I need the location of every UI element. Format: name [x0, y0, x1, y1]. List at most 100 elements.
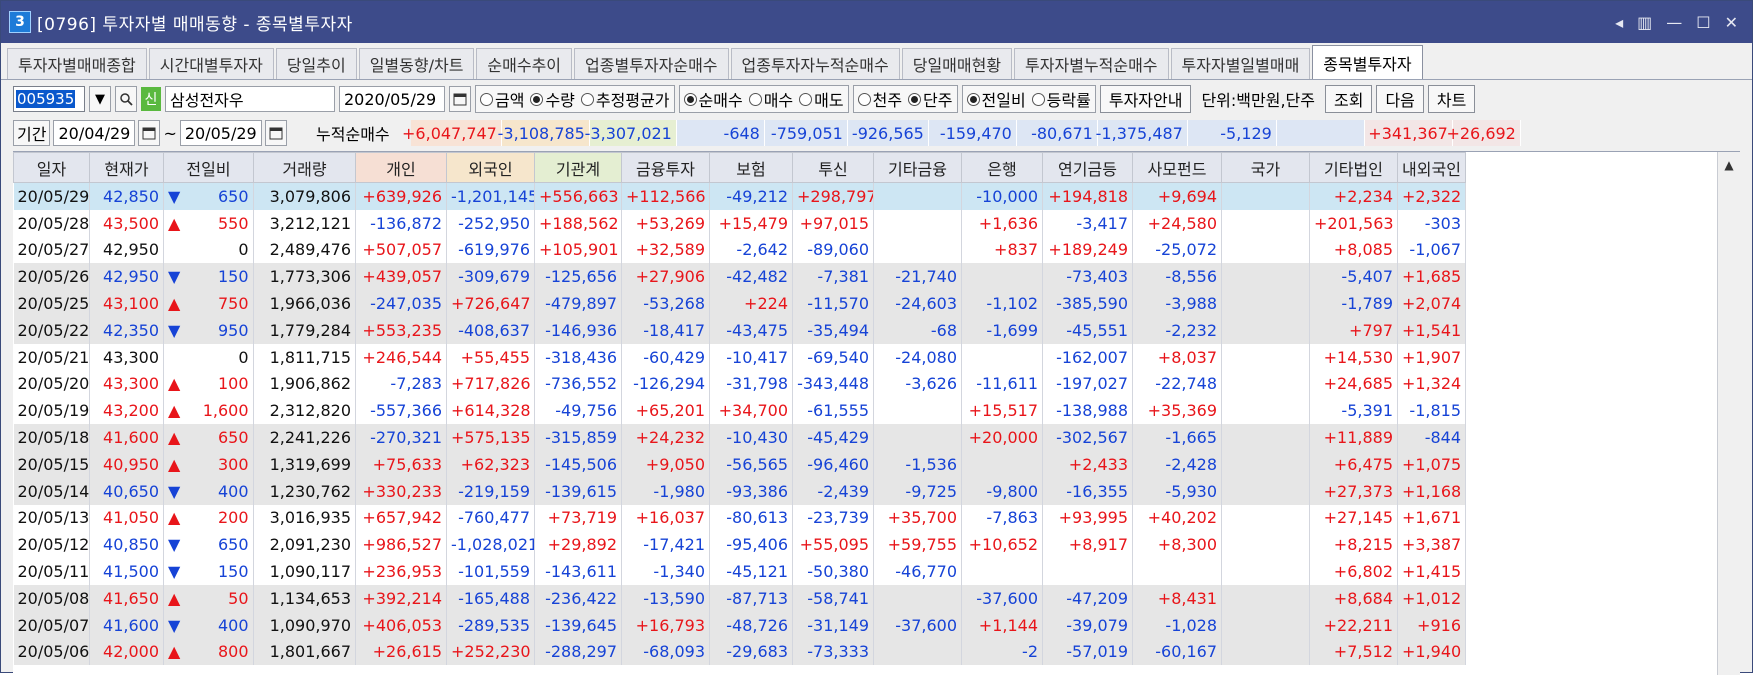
radio-option[interactable]: 매도	[799, 87, 844, 111]
tab-0[interactable]: 투자자별매매종합	[7, 48, 147, 79]
tab-3[interactable]: 일별동향/차트	[358, 48, 475, 79]
tab-7[interactable]: 당일매매현황	[901, 48, 1013, 79]
period-to-input[interactable]: 20/05/29	[179, 120, 262, 146]
tab-8[interactable]: 투자자별누적순매수	[1014, 48, 1169, 79]
table-cell: 20/05/06	[13, 638, 90, 666]
table-row[interactable]: 20/05/15 40,950 ▲ 300 1,319,699 +75,633 +62,32…	[13, 450, 1466, 478]
radio-checked-icon	[908, 92, 922, 106]
layout-icon[interactable]: ▥	[1637, 13, 1652, 32]
table-row[interactable]: 20/05/25 43,100 ▲ 750 1,966,036 -247,035 +726,…	[13, 290, 1466, 317]
price-change-value: 150	[217, 267, 249, 287]
table-row[interactable]: 20/05/27 42,950 0 2,489,476 +507,057 -619,976…	[13, 236, 1466, 264]
table-row[interactable]: 20/05/22 42,350 ▼ 950 1,779,284 +553,235 -408,…	[13, 316, 1466, 344]
column-header[interactable]: 현재가	[89, 152, 164, 183]
tab-2[interactable]: 당일추이	[275, 48, 357, 79]
table-row[interactable]: 20/05/26 42,950 ▼ 150 1,773,306 +439,057 -309,…	[13, 263, 1466, 291]
table-row[interactable]: 20/05/20 43,300 ▲ 100 1,906,862 -7,283 +717,82…	[13, 370, 1466, 398]
chart-button[interactable]: 차트	[1427, 85, 1476, 113]
stock-name-field[interactable]: 삼성전자우	[165, 86, 335, 112]
column-header[interactable]: 외국인	[446, 152, 535, 183]
vertical-scrollbar[interactable]: ▲	[1717, 152, 1740, 675]
column-header[interactable]: 은행	[961, 152, 1043, 183]
table-cell: -29,683	[709, 638, 793, 666]
date-input[interactable]: 2020/05/29	[339, 86, 445, 112]
radio-option[interactable]: 금액	[480, 87, 524, 111]
radio-option[interactable]: 단주	[908, 87, 953, 111]
column-header[interactable]: 투신	[792, 152, 874, 183]
calendar-icon[interactable]	[449, 86, 471, 112]
stock-code-input[interactable]: 005935	[13, 86, 85, 112]
scroll-up-icon[interactable]: ▲	[1718, 152, 1740, 178]
tab-10[interactable]: 종목별투자자	[1312, 45, 1423, 79]
table-cell	[1132, 558, 1222, 585]
table-row[interactable]: 20/05/14 40,650 ▼ 400 1,230,762 +330,233 -219,…	[13, 477, 1466, 505]
table-row[interactable]: 20/05/19 43,200 ▲ 1,600 2,312,820 -557,366 +61…	[13, 397, 1466, 425]
table-cell: -3,417	[1042, 209, 1133, 237]
table-row[interactable]: 20/05/21 43,300 0 1,811,715 +246,544 +55,455-…	[13, 343, 1466, 371]
column-header[interactable]: 기관계	[534, 152, 622, 183]
collapse-arrow-icon[interactable]: ◂	[1615, 13, 1623, 32]
table-cell: -143,611	[534, 558, 622, 585]
table-cell	[873, 397, 962, 425]
tab-5[interactable]: 업종별투자자순매수	[574, 48, 729, 79]
table-cell: +1,541	[1397, 316, 1466, 344]
column-header[interactable]: 개인	[355, 152, 447, 183]
table-row[interactable]: 20/05/08 41,650 ▲ 50 1,134,653 +392,214 -165,4…	[13, 584, 1466, 612]
price-change-value: 0	[238, 240, 249, 260]
minimize-icon[interactable]: —	[1666, 13, 1682, 32]
table-cell: 1,773,306	[253, 263, 356, 291]
maximize-icon[interactable]: ☐	[1696, 13, 1710, 32]
table-cell: -2,642	[709, 236, 793, 264]
table-cell: +837	[961, 236, 1043, 264]
radio-option[interactable]: 전일비	[966, 87, 1026, 111]
table-cell: -302,567	[1042, 424, 1133, 451]
table-row[interactable]: 20/05/12 40,850 ▼ 650 2,091,230 +986,527 -1,02…	[13, 531, 1466, 559]
radio-option[interactable]: 천주	[857, 87, 902, 111]
table-row[interactable]: 20/05/28 43,500 ▲ 550 3,212,121 -136,872 -252,…	[13, 209, 1466, 237]
table-row[interactable]: 20/05/18 41,600 ▲ 650 2,241,226 -270,321 +575,…	[13, 424, 1466, 451]
table-row[interactable]: 20/05/06 42,000 ▲ 800 1,801,667 +26,615 +252,2…	[13, 638, 1466, 666]
investor-guide-button[interactable]: 투자자안내	[1099, 85, 1192, 113]
table-row[interactable]: 20/05/07 41,600 ▼ 400 1,090,970 +406,053 -289,…	[13, 611, 1466, 639]
column-header[interactable]: 기타법인	[1309, 152, 1398, 183]
column-header[interactable]: 국가	[1221, 152, 1310, 183]
tab-9[interactable]: 투자자별일별매매	[1170, 48, 1311, 79]
table-cell: -87,713	[709, 584, 793, 612]
radio-option[interactable]: 수량	[530, 87, 575, 111]
table-cell	[1221, 424, 1310, 451]
column-header[interactable]: 내외국인	[1397, 152, 1466, 183]
column-header[interactable]: 금융투자	[621, 152, 710, 183]
column-header[interactable]: 연기금등	[1042, 152, 1133, 183]
window-title: [0796] 투자자별 매매동향 - 종목별투자자	[37, 14, 353, 35]
column-header[interactable]: 전일비	[163, 152, 254, 183]
tab-6[interactable]: 업종투자자누적순매수	[730, 48, 900, 79]
radio-option[interactable]: 순매수	[683, 87, 743, 111]
tab-4[interactable]: 순매수추이	[476, 48, 573, 79]
radio-option[interactable]: 매수	[748, 87, 793, 111]
table-cell: 20/05/11	[13, 558, 90, 585]
table-row[interactable]: 20/05/13 41,050 ▲ 200 3,016,935 +657,942 -760,…	[13, 504, 1466, 532]
code-dropdown-icon[interactable]: ▼	[89, 86, 111, 112]
period-row: 기간 20/04/29 ~ 20/05/29 누적순매수 +6,047,747-…	[1, 118, 1752, 148]
calendar-icon[interactable]	[264, 120, 287, 146]
table-cell: ▼ 150	[164, 558, 254, 585]
period-from-input[interactable]: 20/04/29	[53, 120, 136, 146]
calendar-icon[interactable]	[138, 120, 161, 146]
radio-option[interactable]: 등락률	[1031, 87, 1091, 111]
column-header[interactable]: 일자	[13, 152, 90, 183]
column-header[interactable]: 기타금융	[873, 152, 962, 183]
column-header[interactable]: 사모펀드	[1132, 152, 1222, 183]
query-button[interactable]: 조회	[1324, 85, 1373, 113]
column-header[interactable]: 거래량	[253, 152, 356, 183]
table-cell: 1,090,970	[253, 611, 356, 639]
table-cell: -35,494	[792, 316, 874, 344]
table-row[interactable]: 20/05/11 41,500 ▼ 150 1,090,117 +236,953 -101,…	[13, 558, 1466, 585]
tab-1[interactable]: 시간대별투자자	[148, 48, 274, 79]
next-button[interactable]: 다음	[1376, 85, 1424, 113]
radio-option[interactable]: 추정평균가	[580, 87, 670, 111]
close-icon[interactable]: ✕	[1725, 13, 1738, 32]
column-header[interactable]: 보험	[709, 152, 793, 183]
search-icon[interactable]	[115, 86, 137, 112]
table-cell: 1,906,862	[253, 370, 356, 398]
table-row[interactable]: 20/05/29 42,850 ▼ 650 3,079,806 +639,926 -1,20…	[13, 182, 1466, 210]
